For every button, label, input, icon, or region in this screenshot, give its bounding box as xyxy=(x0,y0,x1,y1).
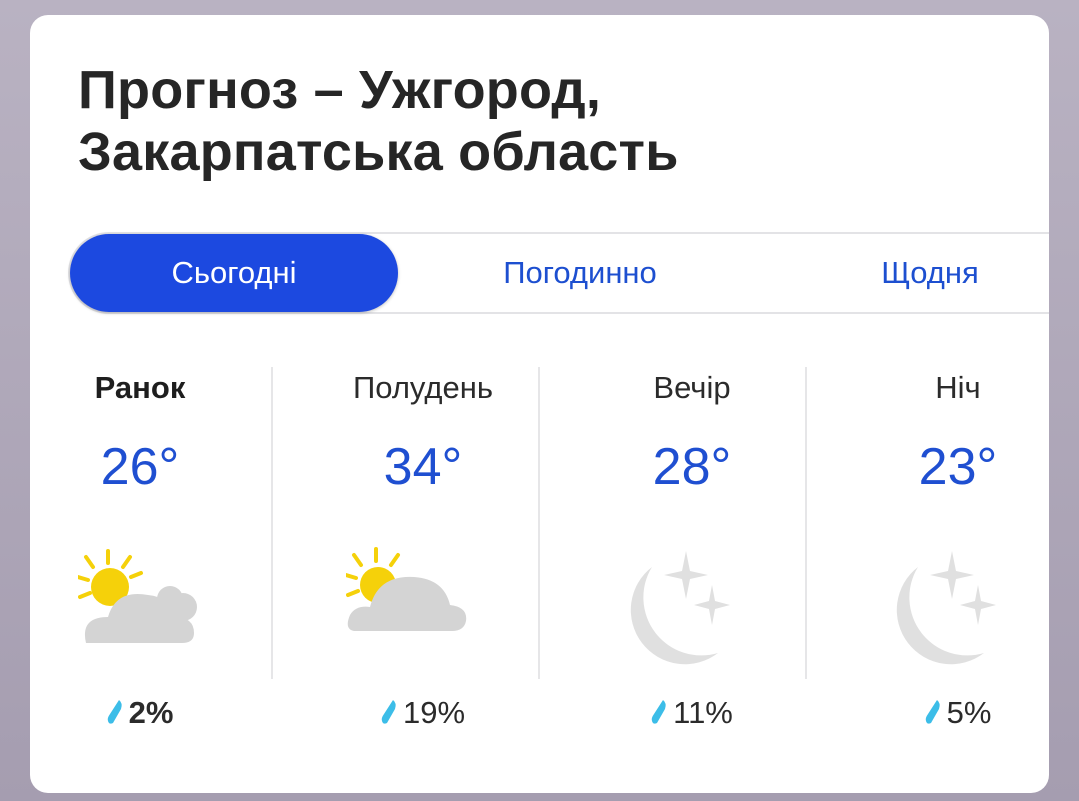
period-noon[interactable]: Полудень 34° 19% xyxy=(297,355,563,755)
period-label: Вечір xyxy=(653,370,731,405)
period-temp: 28° xyxy=(652,438,732,496)
period-label: Полудень xyxy=(353,370,493,405)
precip-chance: 5% xyxy=(848,695,1049,731)
forecast-card: Прогноз – Ужгород, Закарпатська область … xyxy=(30,15,1049,793)
precip-chance: 2% xyxy=(30,695,250,731)
precip-value: 19% xyxy=(402,695,466,730)
precip-chance: 19% xyxy=(313,695,533,731)
period-label: Ранок xyxy=(94,370,186,405)
raindrop-icon xyxy=(381,700,396,724)
raindrop-icon xyxy=(651,700,666,724)
precip-value: 2% xyxy=(128,695,174,730)
precip-chance: 11% xyxy=(582,695,802,731)
moon-stars-icon xyxy=(630,551,730,665)
page-title: Прогноз – Ужгород, Закарпатська область xyxy=(78,59,679,183)
moon-stars-icon xyxy=(896,551,996,665)
period-temp: 23° xyxy=(918,438,998,496)
precip-value: 5% xyxy=(946,695,992,730)
period-temp: 34° xyxy=(383,438,463,496)
period-evening[interactable]: Вечір 28° 11% xyxy=(564,355,830,755)
precip-value: 11% xyxy=(673,695,733,730)
period-label: Ніч xyxy=(935,370,981,405)
period-night[interactable]: Ніч 23° 5% xyxy=(831,355,1049,755)
periods-row: Ранок 26° 2% Полудень 34° 19% Вечір 28° … xyxy=(30,355,1049,755)
period-morning[interactable]: Ранок 26° 2% xyxy=(30,355,296,755)
raindrop-icon xyxy=(107,700,122,724)
period-temp: 26° xyxy=(100,438,180,496)
raindrop-icon xyxy=(925,700,940,724)
tab-today[interactable]: Сьогодні xyxy=(70,234,398,312)
tab-daily[interactable]: Щодня xyxy=(825,234,1035,312)
title-line-1: Прогноз – Ужгород, xyxy=(78,60,602,120)
forecast-tabs: Сьогодні Погодинно Щодня xyxy=(68,232,1049,314)
title-line-2: Закарпатська область xyxy=(78,122,679,182)
partly-cloudy-sun-icon xyxy=(78,549,197,643)
tab-hourly[interactable]: Погодинно xyxy=(460,234,700,312)
partly-cloudy-sun-icon xyxy=(346,547,467,631)
